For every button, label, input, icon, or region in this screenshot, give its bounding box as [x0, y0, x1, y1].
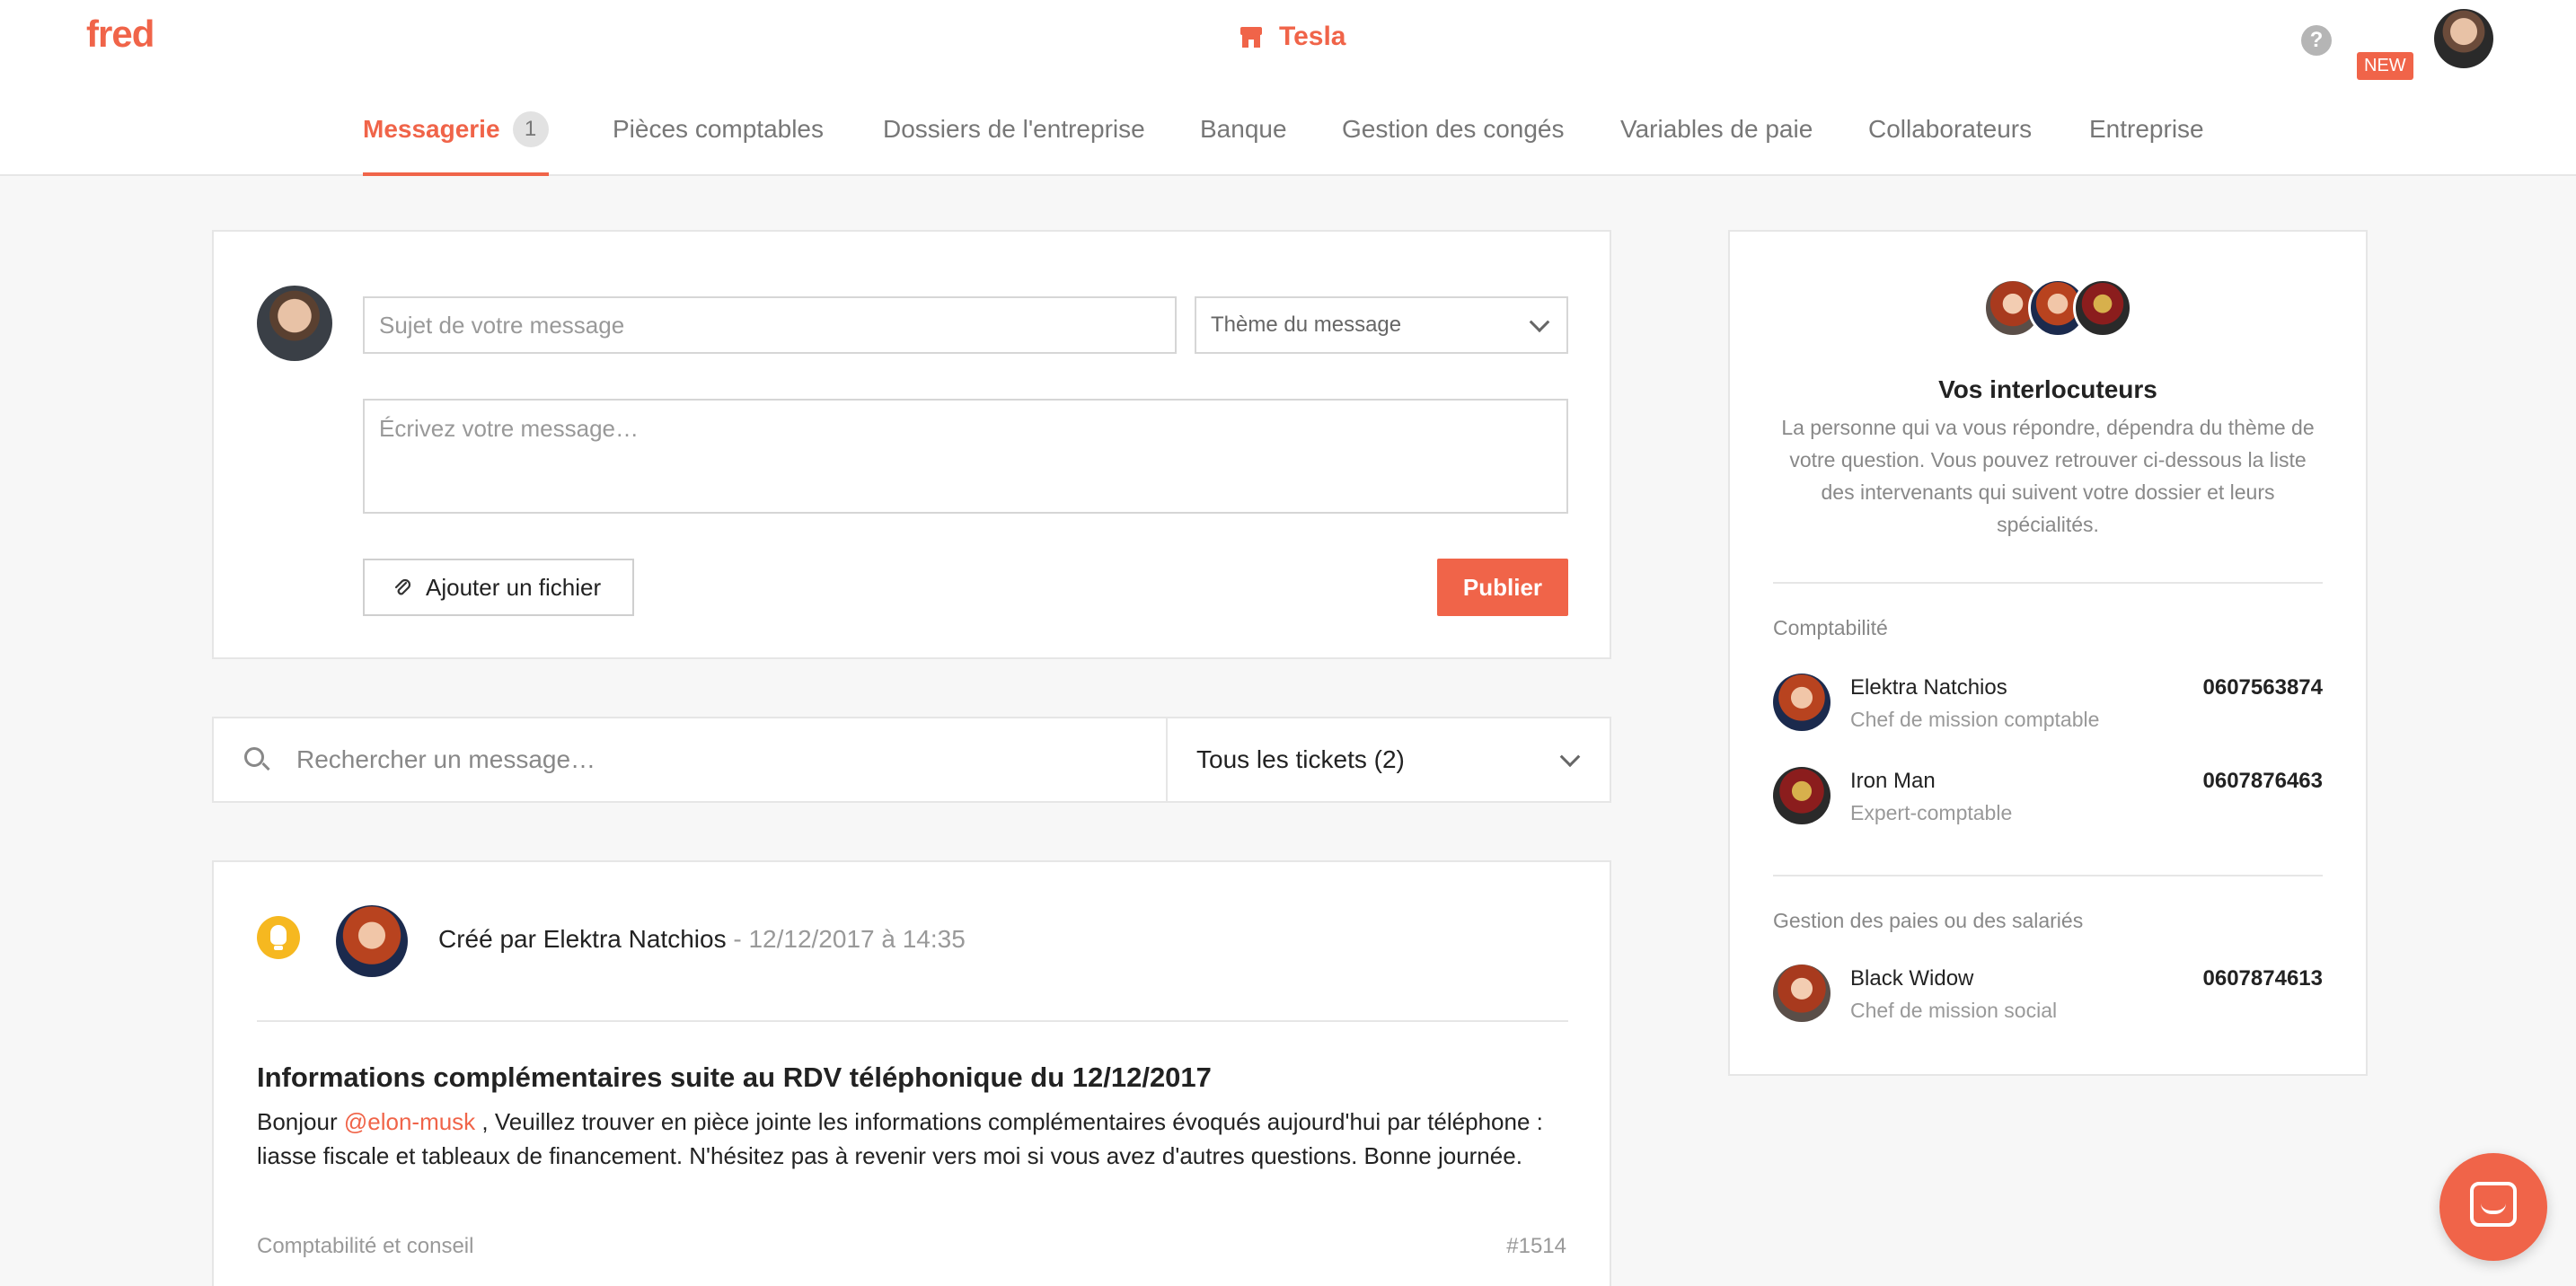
ticket-creator: Créé par Elektra Natchios [438, 925, 727, 953]
ticket-title: Informations complémentaires suite au RD… [257, 1061, 1212, 1093]
ticket-filter-value: Tous les tickets (2) [1196, 745, 1405, 773]
author-avatar [257, 286, 332, 361]
message-placeholder: Écrivez votre message… [379, 415, 639, 442]
contact-phone[interactable]: 0607876463 [2203, 769, 2323, 794]
tab-label: Messagerie [363, 115, 500, 143]
contact-avatar [2073, 278, 2132, 338]
tab-messagerie[interactable]: Messagerie 1 [363, 101, 549, 176]
contacts-divider [1773, 875, 2323, 876]
paperclip-icon [394, 578, 411, 595]
tab-pieces-comptables[interactable]: Pièces comptables [613, 101, 824, 176]
main-tabs: Messagerie 1 Pièces comptables Dossiers … [0, 101, 2576, 176]
ticket-body-text: , Veuillez trouver en pièce jointe les i… [481, 1108, 1543, 1135]
lightbulb-icon [257, 916, 300, 959]
ticket-body-text: liasse fiscale et tableaux de financemen… [257, 1142, 1522, 1169]
ticket-body-line: Bonjour @elon-musk , Veuillez trouver en… [257, 1105, 1586, 1139]
user-avatar[interactable] [2434, 9, 2493, 68]
contact-name: Black Widow [1850, 966, 1974, 991]
contact-role: Expert-comptable [1850, 801, 2013, 824]
contact-role: Chef de mission social [1850, 999, 2058, 1022]
tab-gestion-conges[interactable]: Gestion des congés [1342, 101, 1565, 176]
subject-input[interactable]: Sujet de votre message [363, 296, 1177, 354]
contact-name: Elektra Natchios [1850, 675, 2007, 700]
group-title-paie: Gestion des paies ou des salariés [1773, 909, 2084, 932]
search-icon [243, 745, 271, 774]
company-name: Tesla [1279, 22, 1346, 51]
ticket-filter-select[interactable]: Tous les tickets (2) [1168, 718, 1610, 801]
tab-collaborateurs[interactable]: Collaborateurs [1868, 101, 2032, 176]
ticket-category: Comptabilité et conseil [257, 1234, 474, 1258]
message-composer: Sujet de votre message Thème du message … [212, 230, 1611, 659]
fred-logo[interactable]: fred [86, 13, 154, 56]
publish-button[interactable]: Publier [1437, 559, 1568, 616]
user-mention-link[interactable]: @elon-musk [344, 1108, 475, 1135]
ticket-divider [257, 1020, 1568, 1022]
theme-select[interactable]: Thème du message [1195, 296, 1568, 354]
tab-dossiers-entreprise[interactable]: Dossiers de l'entreprise [883, 101, 1145, 176]
search-placeholder: Rechercher un message… [296, 745, 596, 773]
contact-phone[interactable]: 0607563874 [2203, 675, 2323, 700]
search-input[interactable]: Rechercher un message… [296, 718, 1141, 801]
group-title-comptabilite: Comptabilité [1773, 616, 1888, 639]
company-switcher[interactable]: Tesla [1238, 22, 1346, 52]
contact-avatar [1773, 674, 1831, 731]
subject-placeholder: Sujet de votre message [379, 311, 625, 339]
add-file-label: Ajouter un fichier [426, 573, 602, 601]
top-bar: fred Tesla ? NEW Messagerie 1 Pièces com… [0, 0, 2576, 176]
contact-avatar [1773, 767, 1831, 824]
contacts-title: Vos interlocuteurs [1938, 375, 2157, 403]
message-search-bar: Rechercher un message… Tous les tickets … [212, 717, 1611, 803]
chevron-down-icon [1529, 312, 1550, 333]
chat-launcher-button[interactable] [2439, 1153, 2547, 1261]
new-badge: NEW [2357, 52, 2413, 80]
chevron-down-icon [1559, 746, 1581, 768]
contact-phone[interactable]: 0607874613 [2203, 966, 2323, 991]
unread-count-badge: 1 [512, 111, 549, 147]
ticket-body: Bonjour @elon-musk , Veuillez trouver en… [257, 1105, 1586, 1173]
theme-placeholder: Thème du message [1211, 313, 1402, 337]
ticket-greeting: Bonjour [257, 1108, 338, 1135]
ticket-number: #1514 [1506, 1234, 1566, 1258]
help-icon[interactable]: ? [2301, 25, 2332, 56]
tab-entreprise[interactable]: Entreprise [2089, 101, 2204, 176]
contacts-panel: Vos interlocuteurs La personne qui va vo… [1728, 230, 2368, 1076]
tab-variables-paie[interactable]: Variables de paie [1620, 101, 1813, 176]
add-file-button[interactable]: Ajouter un fichier [363, 559, 634, 616]
store-icon [1240, 27, 1262, 48]
contacts-divider [1773, 582, 2323, 584]
contact-role: Chef de mission comptable [1850, 708, 2100, 731]
contact-avatar [1773, 964, 1831, 1022]
ticket-author-avatar [336, 905, 408, 977]
tab-banque[interactable]: Banque [1200, 101, 1287, 176]
ticket-card[interactable]: Créé par Elektra Natchios - 12/12/2017 à… [212, 860, 1611, 1286]
message-textarea[interactable]: Écrivez votre message… [363, 399, 1568, 514]
contact-name: Iron Man [1850, 769, 1936, 793]
ticket-meta: Créé par Elektra Natchios - 12/12/2017 à… [438, 925, 966, 954]
ticket-date: - 12/12/2017 à 14:35 [733, 925, 966, 953]
contacts-description: La personne qui va vous répondre, dépend… [1781, 416, 2315, 536]
